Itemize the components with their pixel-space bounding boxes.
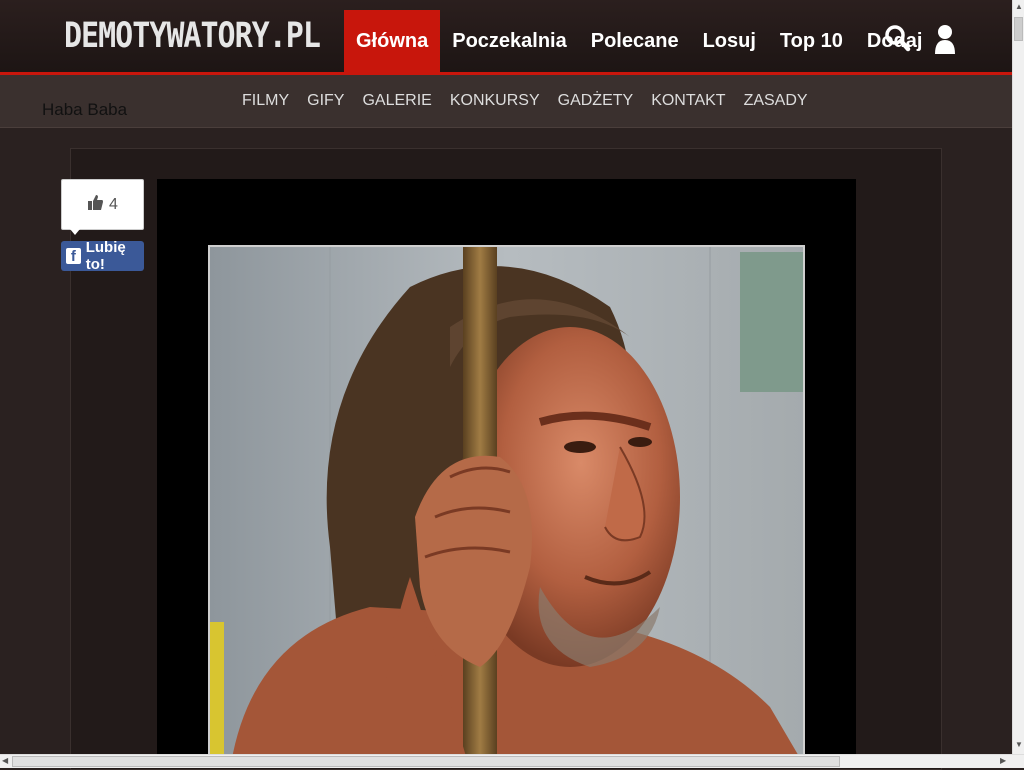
nav-poczekalnia[interactable]: Poczekalnia [440, 10, 579, 72]
horizontal-scroll-thumb[interactable] [12, 756, 840, 767]
category-nav: FILMY GIFY GALERIE KONKURSY GADŻETY KONT… [233, 75, 817, 127]
vertical-scrollbar[interactable]: ▲ ▼ [1012, 0, 1024, 754]
like-button-label: Lubię to! [85, 239, 126, 273]
subnav-gify[interactable]: GIFY [298, 75, 353, 127]
nav-glowna[interactable]: Główna [344, 10, 441, 72]
nav-losuj[interactable]: Losuj [691, 10, 768, 72]
vote-count: 4 [109, 195, 118, 213]
subnav-filmy[interactable]: FILMY [233, 75, 298, 127]
user-icon[interactable] [932, 22, 960, 56]
facebook-icon: f [66, 248, 81, 264]
scroll-left-arrow-icon[interactable]: ◀ [2, 756, 8, 765]
nav-polecane[interactable]: Polecane [579, 10, 691, 72]
main-nav: Główna Poczekalnia Polecane Losuj Top 10… [344, 10, 934, 72]
subnav-gadzety[interactable]: GADŻETY [549, 75, 643, 127]
top-navbar: DEMOTYWATORY.PL Główna Poczekalnia Polec… [0, 0, 1012, 75]
post-image[interactable] [208, 245, 805, 768]
scroll-right-arrow-icon[interactable]: ▶ [1000, 756, 1006, 765]
vote-box[interactable]: 4 [61, 179, 144, 235]
subnav-kontakt[interactable]: KONTAKT [642, 75, 734, 127]
nav-top10[interactable]: Top 10 [768, 10, 855, 72]
subnav-zasady[interactable]: ZASADY [735, 75, 817, 127]
neanderthal-photo [210, 247, 803, 766]
scroll-up-arrow-icon[interactable]: ▲ [1015, 2, 1023, 11]
vertical-scroll-thumb[interactable] [1014, 17, 1023, 41]
thumbs-up-icon [87, 194, 104, 216]
horizontal-scrollbar[interactable]: ◀ ▶ [0, 754, 1024, 768]
subnav-konkursy[interactable]: KONKURSY [441, 75, 549, 127]
username-label[interactable]: Haba Baba [42, 100, 127, 120]
subnav-galerie[interactable]: GALERIE [353, 75, 440, 127]
site-logo[interactable]: DEMOTYWATORY.PL [64, 16, 321, 56]
facebook-like-button[interactable]: f Lubię to! [61, 239, 144, 273]
search-icon[interactable] [884, 22, 912, 56]
scroll-down-arrow-icon[interactable]: ▼ [1015, 740, 1023, 749]
secondary-navbar: Haba Baba FILMY GIFY GALERIE KONKURSY GA… [0, 75, 1012, 128]
